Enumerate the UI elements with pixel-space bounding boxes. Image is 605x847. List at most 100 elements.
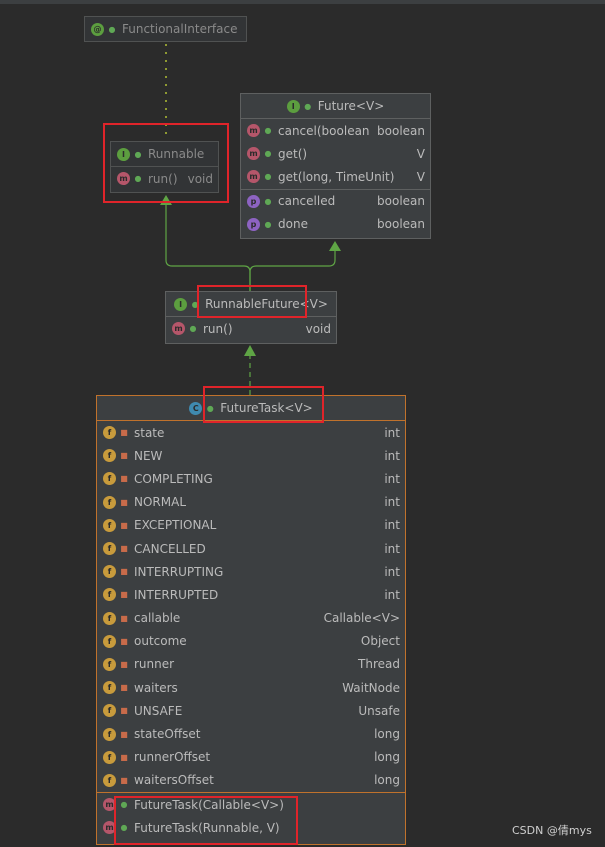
field-row[interactable]: f ■ COMPLETING int (97, 467, 405, 490)
field-row[interactable]: f ■ outcome Object (97, 630, 405, 653)
public-lock-icon: ● (264, 172, 272, 182)
field-row[interactable]: f ■ NORMAL int (97, 491, 405, 514)
highlight-runnable (103, 123, 229, 203)
field-icon: f (103, 611, 116, 625)
highlight-future-task-title (203, 386, 324, 423)
private-lock-icon: ■ (120, 706, 128, 716)
functional-interface-title: FunctionalInterface (122, 22, 238, 36)
static-field-icon: f (103, 727, 116, 741)
field-name: CANCELLED (134, 541, 206, 556)
method-icon: m (247, 124, 260, 138)
properties-section: p ● cancelled boolean p ● done boolean (241, 188, 430, 236)
field-row[interactable]: f ■ INTERRUPTED int (97, 583, 405, 606)
method-type: V (416, 169, 425, 184)
field-row[interactable]: f ■ callable Callable<V> (97, 607, 405, 630)
field-row[interactable]: f ■ state int (97, 421, 405, 444)
field-row[interactable]: f ■ runner Thread (97, 653, 405, 676)
property-row[interactable]: p ● done boolean (241, 213, 430, 236)
implements-arrowhead (244, 345, 256, 356)
method-name: get() (278, 146, 308, 161)
class-icon: C (189, 401, 203, 415)
field-name: INTERRUPTING (134, 564, 224, 579)
static-field-icon: f (103, 773, 116, 787)
field-type: int (384, 518, 400, 533)
future-task-node[interactable]: C ● FutureTask<V> f ■ state int f ■ NEW int f ■… (96, 395, 406, 845)
watermark: CSDN @倩mys (512, 824, 592, 837)
field-icon: f (103, 681, 116, 695)
highlight-constructors (114, 796, 298, 845)
field-icon: f (103, 634, 116, 648)
private-lock-icon: ■ (120, 474, 128, 484)
method-row[interactable]: m ● get(long, TimeUnit) V (241, 165, 430, 188)
extends-runnable-line (165, 204, 251, 291)
future-title: Future<V> (317, 99, 385, 113)
private-lock-icon: ■ (120, 636, 128, 646)
fields-section: f ■ state int f ■ NEW int f ■ COMPLETING int f ■ NO… (97, 421, 405, 792)
field-row[interactable]: f ■ waiters WaitNode (97, 676, 405, 699)
method-row[interactable]: m ● get() V (241, 142, 430, 165)
private-lock-icon: ■ (120, 567, 128, 577)
property-icon: p (247, 194, 260, 208)
property-name: cancelled (278, 194, 336, 209)
private-lock-icon: ■ (120, 613, 128, 623)
field-icon: f (103, 657, 116, 671)
public-lock-icon: ● (108, 24, 116, 34)
field-name: waitersOffset (134, 773, 214, 788)
field-name: UNSAFE (134, 703, 183, 718)
method-row[interactable]: m ● cancel(boolean) boolean (241, 119, 430, 142)
functional-interface-header: @ ● FunctionalInterface (85, 17, 246, 41)
field-type: long (374, 750, 400, 765)
field-type: int (384, 541, 400, 556)
field-name: INTERRUPTED (134, 587, 219, 602)
method-row[interactable]: m ● run() void (166, 317, 336, 340)
static-field-icon: f (103, 472, 116, 486)
field-type: int (384, 448, 400, 463)
field-name: runnerOffset (134, 750, 211, 765)
field-type: Callable<V> (323, 611, 400, 626)
public-lock-icon: ● (264, 149, 272, 159)
field-row[interactable]: f ■ waitersOffset long (97, 769, 405, 792)
method-name: get(long, TimeUnit) (278, 169, 395, 184)
field-row[interactable]: f ■ runnerOffset long (97, 746, 405, 769)
field-row[interactable]: f ■ NEW int (97, 444, 405, 467)
field-name: outcome (134, 634, 187, 649)
property-icon: p (247, 217, 260, 231)
method-type: V (416, 146, 425, 161)
method-icon: m (247, 170, 260, 184)
field-name: COMPLETING (134, 471, 213, 486)
field-type: Object (360, 634, 400, 649)
field-icon: f (103, 426, 116, 440)
static-field-icon: f (103, 565, 116, 579)
field-row[interactable]: f ■ INTERRUPTING int (97, 560, 405, 583)
method-name: run() (203, 321, 233, 336)
field-name: stateOffset (134, 727, 201, 742)
property-type: boolean (377, 194, 425, 209)
method-type: boolean (377, 123, 425, 138)
public-lock-icon: ● (189, 324, 197, 334)
functional-interface-node[interactable]: @ ● FunctionalInterface (84, 16, 247, 42)
field-row[interactable]: f ■ EXCEPTIONAL int (97, 514, 405, 537)
future-node[interactable]: I ● Future<V> m ● cancel(boolean) boolea… (240, 93, 431, 239)
public-lock-icon: ● (264, 126, 272, 136)
field-type: int (384, 471, 400, 486)
highlight-runnable-future-title (197, 285, 307, 318)
field-row[interactable]: f ■ UNSAFE Unsafe (97, 699, 405, 722)
private-lock-icon: ■ (120, 428, 128, 438)
property-row[interactable]: p ● cancelled boolean (241, 190, 430, 213)
field-name: waiters (134, 680, 178, 695)
method-icon: m (247, 147, 260, 161)
field-row[interactable]: f ■ stateOffset long (97, 722, 405, 745)
field-type: int (384, 425, 400, 440)
field-type: int (384, 587, 400, 602)
static-field-icon: f (103, 518, 116, 532)
extends-future-arrowhead (329, 241, 341, 251)
public-lock-icon: ● (304, 101, 312, 111)
field-name: state (134, 425, 165, 440)
field-row[interactable]: f ■ CANCELLED int (97, 537, 405, 560)
field-name: NEW (134, 448, 163, 463)
method-name: cancel(boolean) (278, 123, 370, 138)
static-field-icon: f (103, 704, 116, 718)
private-lock-icon: ■ (120, 520, 128, 530)
interface-icon: I (174, 297, 188, 311)
future-header: I ● Future<V> (241, 94, 430, 119)
